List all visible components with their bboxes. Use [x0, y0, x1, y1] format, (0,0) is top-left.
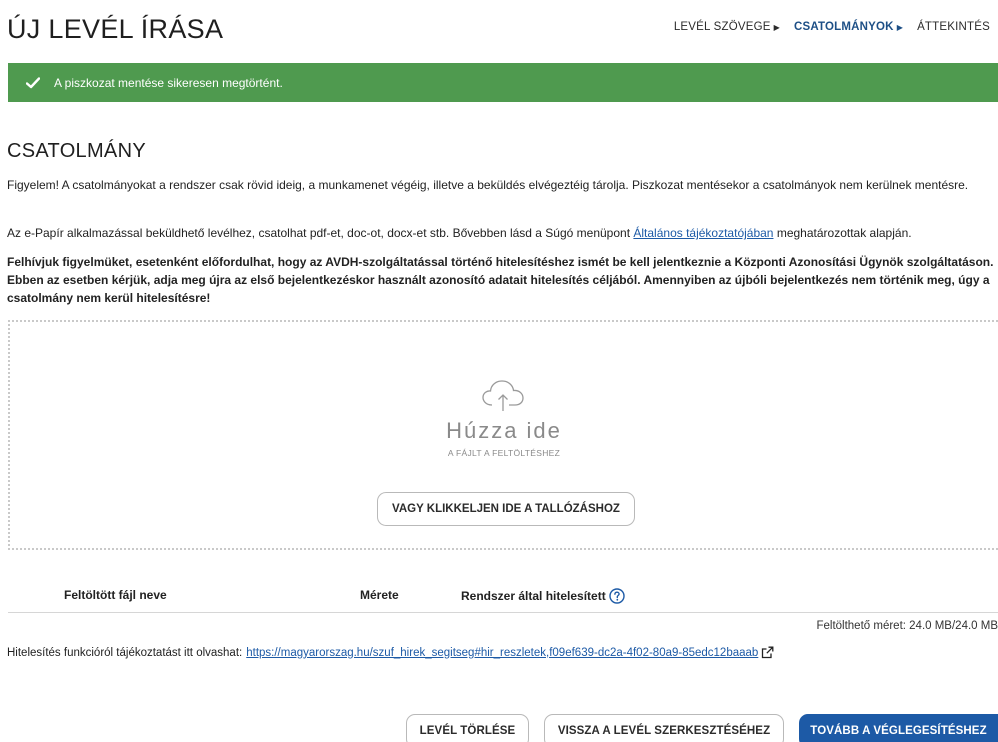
step-attachments[interactable]: CSATOLMÁNYOK ▶ [794, 21, 903, 33]
dropzone-subtitle: A FÁJLT A FELTÖLTÉSHEZ [447, 448, 561, 458]
section-title: CSATOLMÁNY [7, 140, 146, 162]
browse-button[interactable]: VAGY KLIKKELJEN IDE A TALLÓZÁSHOZ [377, 492, 635, 526]
step-overview[interactable]: ÁTTEKINTÉS [917, 21, 990, 33]
general-info-link[interactable]: Általános tájékoztatójában [633, 226, 773, 240]
file-table-header: Feltöltött fájl neve Mérete Rendszer ált… [8, 586, 998, 613]
cloud-upload-icon [480, 378, 526, 412]
help-icon[interactable] [609, 588, 625, 604]
delete-letter-button[interactable]: LEVÉL TÖRLÉSE [406, 714, 529, 742]
avdh-notice: Felhívjuk figyelmüket, esetenként előfor… [7, 255, 994, 305]
success-alert: A piszkozat mentése sikeresen megtörtént… [8, 63, 998, 102]
wizard-steps: LEVÉL SZÖVEGE ▶ CSATOLMÁNYOK ▶ ÁTTEKINTÉ… [674, 21, 990, 33]
back-to-edit-button[interactable]: VISSZA A LEVÉL SZERKESZTÉSÉHEZ [544, 714, 784, 742]
certification-info: Hitelesítés funkcióról tájékoztatást itt… [7, 646, 774, 659]
column-file-name: Feltöltött fájl neve [64, 588, 167, 602]
page-title: ÚJ LEVÉL ÍRÁSA [7, 14, 224, 44]
file-dropzone[interactable]: Húzza ide A FÁJLT A FELTÖLTÉSHEZ VAGY KL… [8, 320, 998, 550]
info-text: Az e-Papír alkalmazással beküldhető levé… [7, 226, 634, 240]
external-link-icon[interactable] [761, 646, 774, 659]
step-arrow-icon: ▶ [773, 22, 780, 32]
column-file-size: Mérete [360, 588, 399, 602]
check-icon [24, 74, 42, 92]
continue-to-finalize-button[interactable]: TOVÁBB A VÉGLEGESÍTÉSHEZ [799, 714, 998, 742]
step-arrow-icon: ▶ [896, 22, 904, 32]
column-certified-label: Rendszer által hitelesített [461, 589, 606, 603]
certification-info-link[interactable]: https://magyarorszag.hu/szuf_hirek_segit… [246, 647, 758, 659]
step-letter-text[interactable]: LEVÉL SZÖVEGE ▶ [674, 21, 780, 33]
info-text-end: meghatározottak alapján. [773, 226, 912, 240]
step-label: CSATOLMÁNYOK [793, 21, 894, 33]
column-certified: Rendszer által hitelesített [461, 588, 625, 604]
step-label: LEVÉL SZÖVEGE [673, 21, 771, 33]
warning-paragraph: Figyelem! A csatolmányokat a rendszer cs… [7, 178, 969, 192]
info-paragraph: Az e-Papír alkalmazással beküldhető levé… [7, 224, 995, 242]
step-label: ÁTTEKINTÉS [917, 21, 990, 33]
certification-info-text: Hitelesítés funkcióról tájékoztatást itt… [7, 646, 243, 659]
upload-capacity: Feltölthető méret: 24.0 MB/24.0 MB [816, 620, 998, 632]
dropzone-title: Húzza ide [446, 418, 562, 443]
alert-text: A piszkozat mentése sikeresen megtörtént… [54, 75, 283, 90]
